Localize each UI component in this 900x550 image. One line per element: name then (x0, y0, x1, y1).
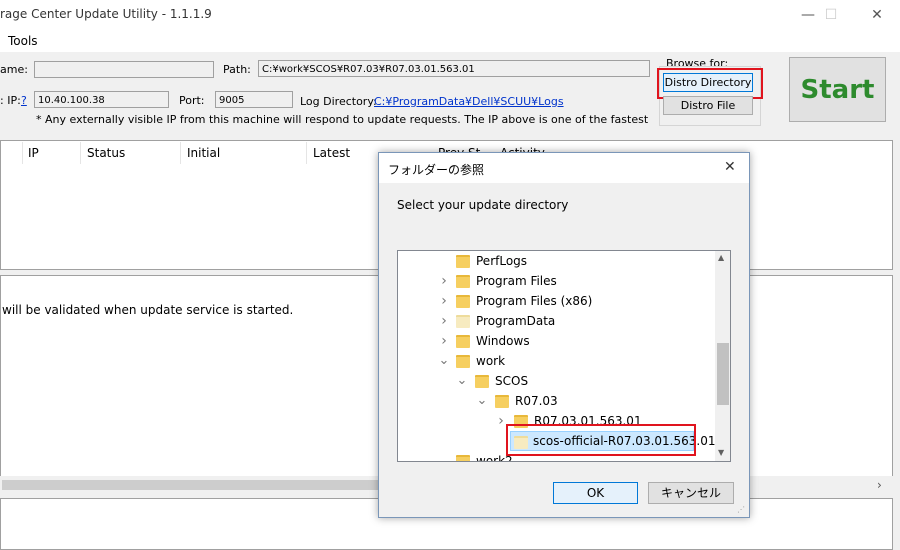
tree-item-label: SCOS (495, 374, 529, 388)
highlight-distro-directory (657, 68, 763, 99)
folder-icon (475, 375, 489, 388)
scroll-down-icon[interactable]: ▼ (718, 448, 724, 457)
tree-item-label: R07.03 (515, 394, 558, 408)
tree-item-program-files-x86[interactable]: › Program Files (x86) (398, 291, 718, 311)
tree-item-program-files[interactable]: › Program Files (398, 271, 718, 291)
tree-item-label: ProgramData (476, 314, 556, 328)
folder-icon (456, 295, 470, 308)
window-title: rage Center Update Utility - 1.1.1.9 (0, 7, 212, 21)
tree-item-r0703[interactable]: ⌄ R07.03 (398, 391, 718, 411)
start-button[interactable]: Start (789, 57, 886, 122)
ip-help-link[interactable]: ? (21, 94, 27, 107)
column-separator (80, 142, 81, 164)
tree-item-windows[interactable]: › Windows (398, 331, 718, 351)
folder-icon (456, 255, 470, 268)
tree-item-label: Program Files (476, 274, 557, 288)
chevron-right-icon[interactable]: › (438, 311, 450, 331)
resize-grip[interactable]: ⋰ (737, 505, 745, 514)
folder-icon (456, 355, 470, 368)
cancel-button[interactable]: キャンセル (648, 482, 734, 504)
port-label: Port: (179, 94, 205, 107)
path-label: Path: (223, 63, 251, 76)
column-header-status[interactable]: Status (87, 146, 125, 160)
path-field[interactable]: C:¥work¥SCOS¥R07.03¥R07.03.01.563.01 (258, 60, 650, 77)
distro-file-button[interactable]: Distro File (663, 96, 753, 115)
folder-icon (456, 275, 470, 288)
chevron-down-icon[interactable]: ⌄ (438, 351, 450, 371)
column-separator (306, 142, 307, 164)
chevron-right-icon[interactable]: › (438, 331, 450, 351)
menu-tools[interactable]: Tools (8, 34, 38, 48)
dialog-instruction: Select your update directory (397, 198, 569, 212)
ok-button[interactable]: OK (553, 482, 638, 504)
ip-field[interactable]: 10.40.100.38 (34, 91, 169, 108)
column-header-initial[interactable]: Initial (187, 146, 220, 160)
scroll-right-icon[interactable]: › (877, 478, 882, 492)
log-text: will be validated when update service is… (2, 303, 294, 317)
tree-item-label: work (476, 354, 506, 368)
menu-bar (0, 30, 900, 53)
ip-label: : IP: (0, 94, 21, 107)
tree-item-programdata[interactable]: › ProgramData (398, 311, 718, 331)
tree-item-label: Program Files (x86) (476, 294, 593, 308)
chevron-right-icon[interactable]: › (438, 291, 450, 311)
log-dir-label: Log Directory: (300, 95, 377, 108)
scroll-up-icon[interactable]: ▲ (718, 253, 724, 262)
column-header-latest[interactable]: Latest (313, 146, 350, 160)
maximize-icon[interactable]: ☐ (808, 0, 854, 30)
name-field[interactable] (34, 61, 214, 78)
column-separator (180, 142, 181, 164)
chevron-right-icon[interactable]: › (438, 271, 450, 291)
dialog-title: フォルダーの参照 (388, 163, 485, 177)
tree-item-label: Windows (476, 334, 530, 348)
log-dir-link[interactable]: C:¥ProgramData¥Dell¥SCUU¥Logs (374, 95, 564, 108)
dialog-close-icon[interactable]: ✕ (724, 159, 736, 175)
name-label: ame: (0, 63, 28, 76)
column-separator (22, 142, 23, 164)
folder-icon (456, 315, 470, 328)
close-icon[interactable]: ✕ (854, 0, 900, 30)
folder-icon (456, 455, 470, 461)
tree-item-work[interactable]: ⌄ work (398, 351, 718, 371)
ip-note: * Any externally visible IP from this ma… (36, 113, 650, 126)
tree-item-scos[interactable]: ⌄ SCOS (398, 371, 718, 391)
folder-icon (456, 335, 470, 348)
chevron-down-icon[interactable]: ⌄ (476, 391, 488, 411)
folder-icon (495, 395, 509, 408)
highlight-selected-folder (506, 424, 696, 456)
column-header-ip[interactable]: IP (28, 146, 39, 160)
tree-scroll-thumb[interactable] (717, 343, 729, 405)
chevron-down-icon[interactable]: ⌄ (456, 371, 468, 391)
tree-item-label: PerfLogs (476, 254, 528, 268)
port-field[interactable]: 9005 (215, 91, 293, 108)
tree-item-perflogs[interactable]: PerfLogs (398, 251, 718, 271)
